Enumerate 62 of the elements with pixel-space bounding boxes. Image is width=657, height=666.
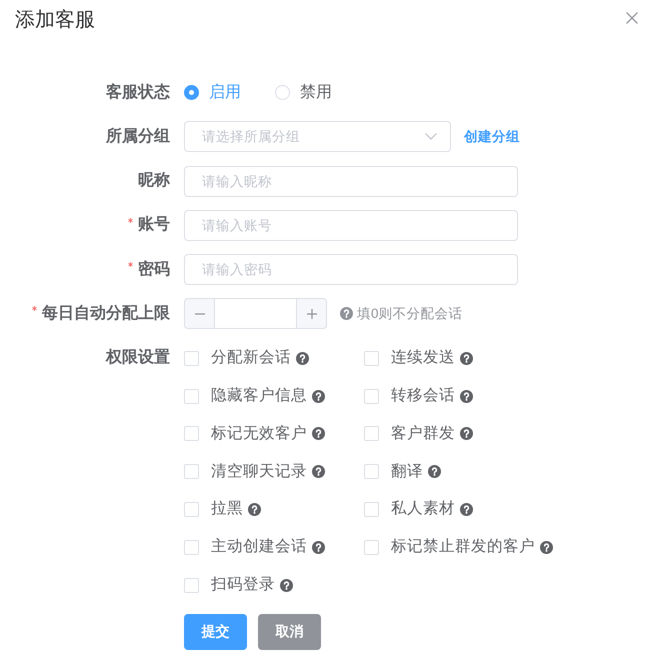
help-icon — [460, 502, 473, 516]
hint-text: 填0则不分配会话 — [357, 304, 463, 323]
cancel-button[interactable]: 取消 — [258, 614, 321, 650]
input-field[interactable]: 请输入账号 — [184, 210, 518, 241]
checkbox-option[interactable]: 连续发送 — [364, 348, 455, 368]
form-label: 密码 — [138, 260, 170, 280]
checkbox-option[interactable]: 扫码登录 — [184, 575, 275, 596]
checkbox[interactable] — [364, 540, 379, 555]
checkbox[interactable] — [364, 502, 379, 517]
decrement-button[interactable] — [184, 298, 215, 330]
checkbox-option[interactable]: 清空聊天记录 — [184, 462, 307, 482]
checkbox[interactable] — [184, 502, 199, 517]
form-label: 权限设置 — [106, 348, 170, 368]
form-label: 昵称 — [138, 171, 170, 192]
checkbox[interactable] — [364, 426, 379, 442]
form-label: 所属分组 — [106, 126, 170, 147]
help-icon — [248, 502, 261, 516]
plus-icon — [306, 308, 316, 319]
checkbox[interactable] — [364, 350, 379, 366]
help-icon — [312, 390, 325, 403]
help-icon — [460, 427, 473, 440]
checkbox-option[interactable]: 隐藏客户信息 — [184, 386, 307, 406]
checkbox[interactable] — [184, 578, 199, 593]
help-icon — [312, 427, 325, 440]
checkbox-option[interactable]: 主动创建会话 — [184, 537, 307, 558]
help-icon — [540, 540, 553, 554]
checkbox[interactable] — [184, 540, 199, 555]
checkbox[interactable] — [364, 388, 379, 404]
close-icon[interactable] — [626, 12, 638, 24]
checkbox-option[interactable]: 客户群发 — [364, 424, 455, 444]
increment-button[interactable] — [296, 298, 327, 330]
checkbox[interactable] — [184, 426, 199, 442]
chevron-down-icon — [425, 133, 437, 140]
checkbox-option[interactable]: 私人素材 — [364, 499, 455, 520]
help-icon — [312, 540, 325, 554]
input-field[interactable]: 请输入昵称 — [184, 166, 518, 197]
form-label: 账号 — [138, 215, 170, 236]
help-icon — [428, 465, 441, 478]
input-field[interactable]: 请输入密码 — [184, 254, 518, 286]
form-label: 每日自动分配上限 — [42, 304, 170, 324]
checkbox-option[interactable]: 翻译 — [364, 462, 423, 482]
number-input-field[interactable] — [215, 298, 296, 330]
checkbox[interactable] — [184, 388, 199, 404]
checkbox[interactable] — [184, 464, 199, 480]
checkbox[interactable] — [364, 464, 379, 480]
checkbox-option[interactable]: 标记禁止群发的客户 — [364, 537, 535, 558]
help-icon — [460, 352, 473, 365]
help-icon — [340, 307, 353, 320]
dialog-title: 添加客服 — [15, 9, 95, 31]
select-field[interactable]: 请选择所属分组 — [184, 121, 451, 152]
form-label: 客服状态 — [106, 82, 170, 102]
checkbox-option[interactable]: 分配新会话 — [184, 348, 291, 368]
radio-option[interactable]: 禁用 — [275, 82, 332, 102]
checkbox-option[interactable]: 拉黑 — [184, 499, 243, 520]
minus-icon — [194, 312, 204, 315]
help-icon — [280, 578, 293, 592]
help-icon — [296, 352, 309, 365]
checkbox-option[interactable]: 标记无效客户 — [184, 424, 307, 444]
help-icon — [312, 465, 325, 478]
help-icon — [460, 390, 473, 403]
checkbox[interactable] — [184, 350, 199, 366]
checkbox-option[interactable]: 转移会话 — [364, 386, 455, 406]
